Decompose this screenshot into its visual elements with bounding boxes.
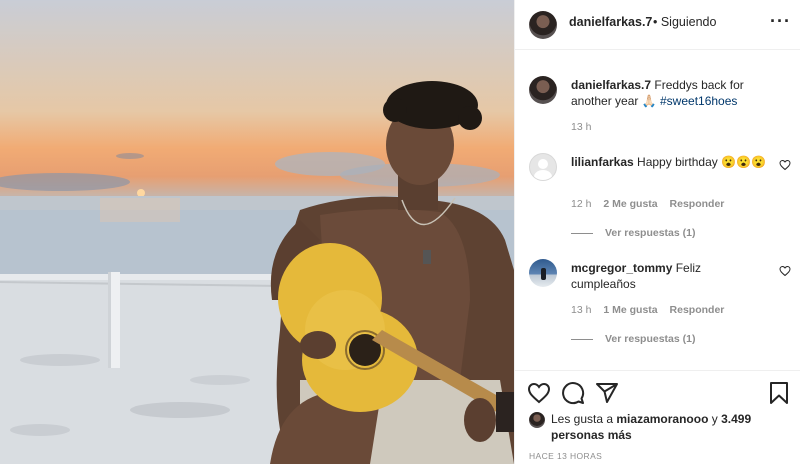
follow-status[interactable]: • Siguiendo bbox=[653, 15, 716, 29]
caption: danielfarkas.7 Freddys back for another … bbox=[529, 76, 791, 146]
comment-likes[interactable]: 2 Me gusta bbox=[603, 198, 657, 210]
comment-username[interactable]: lilianfarkas bbox=[571, 155, 634, 169]
bookmark-icon[interactable] bbox=[767, 381, 791, 405]
caption-text: danielfarkas.7 Freddys back for another … bbox=[571, 77, 767, 109]
beach-guitar-photo bbox=[0, 81, 514, 464]
caption-time: 13 h bbox=[571, 121, 592, 133]
comment-text: lilianfarkas Happy birthday 😮😮😮 bbox=[571, 154, 767, 170]
commenter-avatar[interactable] bbox=[529, 259, 557, 287]
comment-icon[interactable] bbox=[561, 381, 585, 405]
more-options-icon[interactable]: ··· bbox=[770, 12, 791, 30]
commenter-avatar[interactable] bbox=[529, 153, 557, 181]
view-replies-button[interactable]: Ver respuestas (1) bbox=[571, 333, 695, 345]
comment-text: mcgregor_tommy Feliz cumpleaños bbox=[571, 260, 767, 292]
comment-time: 13 h bbox=[571, 304, 592, 316]
liker-username[interactable]: miazamoranooo bbox=[616, 412, 708, 426]
comment-body: Happy birthday 😮😮😮 bbox=[637, 155, 766, 169]
caption-username[interactable]: danielfarkas.7 bbox=[571, 78, 651, 92]
likes-text: Les gusta a miazamoranooo y 3.499 person… bbox=[551, 411, 781, 443]
post-photo[interactable] bbox=[0, 0, 514, 464]
reply-button[interactable]: Responder bbox=[670, 198, 725, 210]
view-replies-button[interactable]: Ver respuestas (1) bbox=[571, 227, 695, 239]
heart-icon[interactable] bbox=[527, 381, 551, 405]
view-replies-label[interactable]: Ver respuestas (1) bbox=[605, 227, 695, 239]
post-timestamp[interactable]: HACE 13 HORAS bbox=[529, 451, 602, 461]
comment-likes[interactable]: 1 Me gusta bbox=[603, 304, 657, 316]
caption-avatar[interactable] bbox=[529, 76, 557, 104]
caption-hashtag[interactable]: #sweet16hoes bbox=[660, 94, 737, 108]
comment-like-icon[interactable] bbox=[779, 159, 791, 171]
post-actions: Les gusta a miazamoranooo y 3.499 person… bbox=[515, 370, 800, 464]
comment-username[interactable]: mcgregor_tommy bbox=[571, 261, 672, 275]
comment-item: lilianfarkas Happy birthday 😮😮😮 12 h 2 M… bbox=[529, 153, 791, 243]
replies-divider bbox=[571, 338, 593, 340]
comment-meta: 13 h 1 Me gusta Responder bbox=[571, 304, 733, 316]
comment-item: mcgregor_tommy Feliz cumpleaños 13 h 1 M… bbox=[529, 259, 791, 351]
reply-button[interactable]: Responder bbox=[670, 304, 725, 316]
comment-like-icon[interactable] bbox=[779, 265, 791, 277]
likes-prefix: Les gusta a bbox=[551, 412, 614, 426]
comments-list[interactable]: danielfarkas.7 Freddys back for another … bbox=[515, 51, 800, 369]
likes-and: y bbox=[711, 412, 718, 426]
author-avatar[interactable] bbox=[529, 11, 557, 39]
replies-divider bbox=[571, 232, 593, 234]
comment-time: 12 h bbox=[571, 198, 592, 210]
share-icon[interactable] bbox=[595, 381, 619, 405]
post-side-panel: danielfarkas.7 • Siguiendo ··· danielfar… bbox=[514, 0, 800, 464]
author-username[interactable]: danielfarkas.7 bbox=[569, 15, 652, 29]
liker-avatar[interactable] bbox=[529, 412, 545, 428]
comment-meta: 12 h 2 Me gusta Responder bbox=[571, 198, 733, 210]
view-replies-label[interactable]: Ver respuestas (1) bbox=[605, 333, 695, 345]
post-header: danielfarkas.7 • Siguiendo ··· bbox=[515, 0, 800, 50]
